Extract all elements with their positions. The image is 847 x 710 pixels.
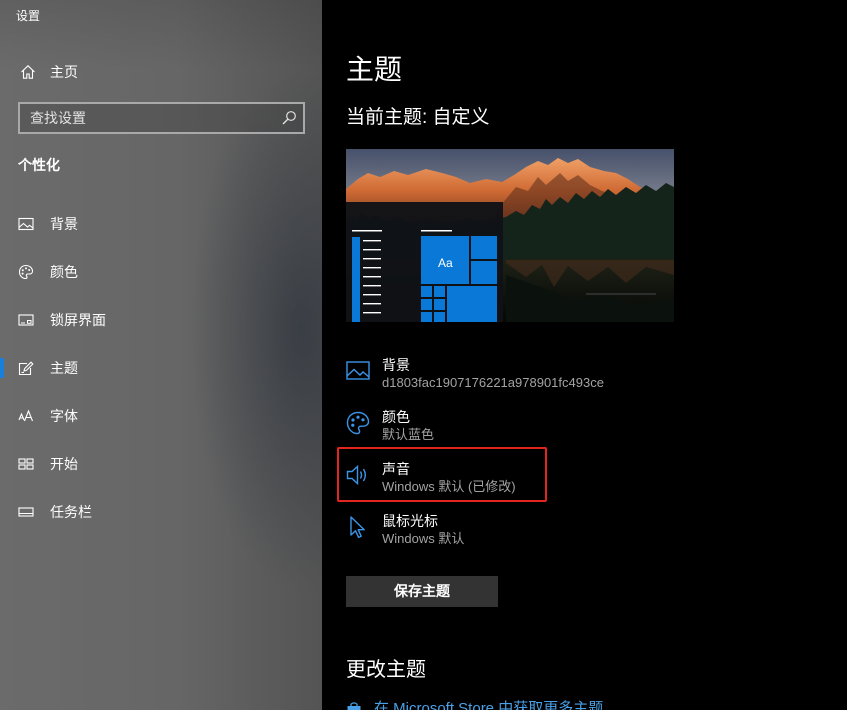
main-pane: 主题 当前主题: 自定义 Aa 背景 d1803fac1907176221a97… (322, 0, 847, 710)
theme-setting-background[interactable]: 背景 d1803fac1907176221a978901fc493ce (346, 356, 646, 396)
store-link-text[interactable]: 在 Microsoft Store 中获取更多主题 (374, 700, 603, 710)
window-title: 设置 (16, 9, 41, 23)
sidebar-item-colors[interactable]: 颜色 (0, 248, 322, 296)
settings-window: 设置 主页 个性化 背景 (0, 0, 847, 710)
sidebar-item-label: 背景 (50, 216, 78, 232)
setting-title: 颜色 (382, 409, 410, 425)
sidebar-item-lock-screen[interactable]: 锁屏界面 (0, 296, 322, 344)
theme-preview: Aa (346, 149, 674, 322)
sidebar-item-label: 字体 (50, 408, 78, 424)
page-title: 主题 (346, 54, 403, 85)
home-nav-item[interactable]: 主页 (0, 56, 322, 88)
palette-icon (18, 264, 34, 280)
change-theme-heading: 更改主题 (346, 659, 426, 681)
theme-setting-sounds[interactable]: 声音 Windows 默认 (已修改) (346, 460, 646, 500)
start-icon (18, 456, 34, 472)
theme-setting-mouse-cursor[interactable]: 鼠标光标 Windows 默认 (346, 512, 646, 552)
picture-icon (18, 216, 34, 232)
setting-value: 默认蓝色 (382, 427, 435, 442)
theme-setting-color[interactable]: 颜色 默认蓝色 (346, 408, 646, 448)
cursor-icon (346, 515, 370, 539)
home-icon (20, 64, 36, 80)
sidebar-item-background[interactable]: 背景 (0, 200, 322, 248)
preview-start-menu: Aa (346, 202, 503, 322)
save-theme-button[interactable]: 保存主题 (346, 576, 498, 607)
setting-title: 声音 (382, 461, 410, 477)
setting-title: 背景 (382, 357, 410, 373)
taskbar-icon (18, 504, 34, 520)
search-box[interactable] (18, 102, 305, 134)
theme-icon (18, 360, 34, 376)
sidebar-item-label: 颜色 (50, 264, 78, 280)
picture-icon (346, 359, 370, 383)
selection-indicator (0, 358, 4, 378)
search-input[interactable] (30, 104, 270, 132)
speaker-icon (346, 463, 370, 487)
font-icon (18, 408, 34, 424)
section-title: 个性化 (18, 157, 60, 173)
current-theme: 当前主题: 自定义 (346, 107, 490, 128)
setting-value: d1803fac1907176221a978901fc493ce (382, 375, 604, 390)
sidebar-item-label: 锁屏界面 (50, 312, 106, 328)
palette-icon (346, 411, 370, 435)
sidebar-item-label: 任务栏 (50, 504, 92, 520)
preview-tile-label: Aa (438, 256, 453, 270)
setting-title: 鼠标光标 (382, 513, 438, 529)
setting-value: Windows 默认 (已修改) (382, 479, 516, 494)
sidebar-item-start[interactable]: 开始 (0, 440, 322, 488)
store-link[interactable]: 在 Microsoft Store 中获取更多主题 (346, 700, 666, 710)
sidebar: 设置 主页 个性化 背景 (0, 0, 322, 710)
sidebar-item-label: 开始 (50, 456, 78, 472)
setting-value: Windows 默认 (382, 531, 465, 546)
search-icon[interactable] (281, 110, 297, 126)
sidebar-nav: 背景 颜色 锁屏界面 主题 字体 开始 任务栏 (0, 200, 322, 536)
sidebar-item-fonts[interactable]: 字体 (0, 392, 322, 440)
sidebar-item-taskbar[interactable]: 任务栏 (0, 488, 322, 536)
home-label: 主页 (50, 64, 78, 80)
store-icon (346, 701, 362, 710)
sidebar-item-themes[interactable]: 主题 (0, 344, 322, 392)
lock-screen-icon (18, 312, 34, 328)
sidebar-item-label: 主题 (50, 360, 78, 376)
